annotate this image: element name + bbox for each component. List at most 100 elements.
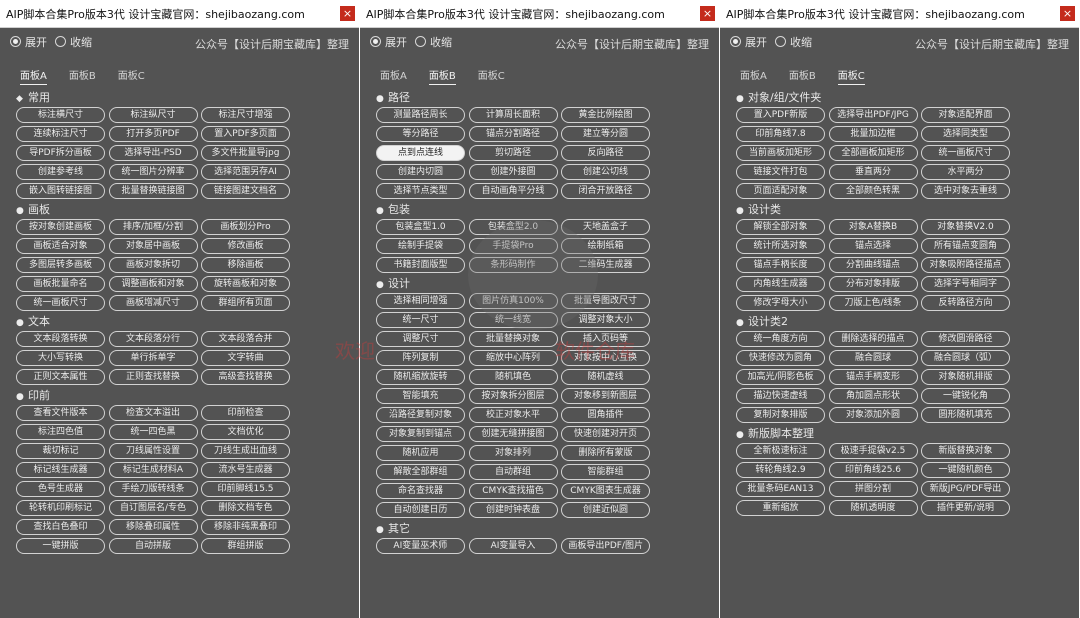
script-button[interactable]: 统一四色黑 — [108, 424, 198, 440]
script-button[interactable]: 选择导出-PSD — [108, 145, 198, 161]
script-button[interactable]: 多文件批量导jpg — [201, 145, 290, 161]
close-button[interactable]: × — [340, 6, 355, 21]
script-button[interactable]: 随机填色 — [468, 369, 558, 385]
script-button[interactable]: 统一画板尺寸 — [16, 295, 105, 311]
script-button[interactable]: 统一画板尺寸 — [921, 145, 1010, 161]
script-button[interactable]: 对象按中心互换 — [561, 350, 650, 366]
expand-radio[interactable]: 展开 — [370, 34, 407, 50]
script-button[interactable]: 条形码制作 — [468, 257, 558, 273]
script-button[interactable]: 解散全部群组 — [376, 464, 465, 480]
script-button[interactable]: 移除非纯黑叠印 — [201, 519, 290, 535]
script-button[interactable]: 智能群组 — [561, 464, 650, 480]
script-button[interactable]: 选择相同增强 — [376, 293, 465, 309]
script-button[interactable]: 画板导出PDF/图片 — [561, 538, 651, 554]
script-button[interactable]: 标注横尺寸 — [16, 107, 105, 123]
script-button[interactable]: 调整对象大小 — [561, 312, 650, 328]
script-button[interactable]: 对象吸附路径描点 — [921, 257, 1010, 273]
script-button[interactable]: 链接文件打包 — [736, 164, 825, 180]
script-button[interactable]: 文本段落分行 — [108, 331, 198, 347]
script-button[interactable]: 查找白色叠印 — [16, 519, 105, 535]
script-button[interactable]: 绘制纸箱 — [561, 238, 650, 254]
script-button[interactable]: 文字转曲 — [201, 350, 290, 366]
script-button[interactable]: 包装盒型2.0 — [468, 219, 558, 235]
script-button[interactable]: 连续标注尺寸 — [16, 126, 105, 142]
script-button[interactable]: 置入PDF新版 — [736, 107, 825, 123]
script-button[interactable]: 计算周长面积 — [468, 107, 558, 123]
script-button[interactable]: 测量路径周长 — [376, 107, 465, 123]
script-button[interactable]: 选择节点类型 — [376, 183, 465, 199]
script-button[interactable]: 解锁全部对象 — [736, 219, 825, 235]
script-button[interactable]: 删除文档专色 — [201, 500, 290, 516]
tab-2[interactable]: 面板B — [69, 67, 96, 84]
script-button[interactable]: 二维码生成器 — [561, 257, 650, 273]
script-button[interactable]: 对象排列 — [468, 445, 558, 461]
script-button[interactable]: 黄金比例绘图 — [561, 107, 650, 123]
script-button[interactable]: 加高光/阴影色板 — [736, 369, 825, 385]
script-button[interactable]: 置入PDF多页面 — [201, 126, 290, 142]
script-button[interactable]: 圆角插件 — [561, 407, 650, 423]
tab-2[interactable]: 面板B — [789, 67, 816, 84]
script-button[interactable]: 点到点连线 — [376, 145, 465, 161]
script-button[interactable]: 自订图层名/专色 — [108, 500, 198, 516]
script-button[interactable]: 群组拼版 — [201, 538, 290, 554]
script-button[interactable]: 随机应用 — [376, 445, 465, 461]
script-button[interactable]: 分布对象排版 — [828, 276, 918, 292]
script-button[interactable]: 裁切标记 — [16, 443, 105, 459]
script-button[interactable]: 标注尺寸增强 — [201, 107, 290, 123]
tab-3[interactable]: 面板C — [118, 67, 145, 84]
script-button[interactable]: 移除画板 — [201, 257, 290, 273]
script-button[interactable]: 手绘刀版转线条 — [108, 481, 198, 497]
script-button[interactable]: 标注四色值 — [16, 424, 105, 440]
script-button[interactable]: 创建外接圆 — [468, 164, 558, 180]
script-button[interactable]: 按对象拆分图层 — [468, 388, 558, 404]
script-button[interactable]: 选择字号相同字 — [921, 276, 1010, 292]
script-button[interactable]: 全部画板加矩形 — [828, 145, 918, 161]
script-button[interactable]: 对象A替换B — [828, 219, 918, 235]
script-button[interactable]: CMYK图表生成器 — [561, 483, 650, 499]
script-button[interactable]: 自动创建日历 — [376, 502, 465, 518]
script-button[interactable]: 绘制手提袋 — [376, 238, 465, 254]
script-button[interactable]: 印前检查 — [201, 405, 290, 421]
script-button[interactable]: 选择范围另存AI — [201, 164, 290, 180]
script-button[interactable]: 统一角度方向 — [736, 331, 825, 347]
script-button[interactable]: 统计所选对象 — [736, 238, 825, 254]
script-button[interactable]: 角加圆点形状 — [828, 388, 918, 404]
script-button[interactable]: 圆形随机填充 — [921, 407, 1010, 423]
script-button[interactable]: 水平两分 — [921, 164, 1010, 180]
script-button[interactable]: 画板批量命名 — [16, 276, 105, 292]
script-button[interactable]: 随机虚线 — [561, 369, 650, 385]
script-button[interactable]: 当前画板加矩形 — [736, 145, 825, 161]
script-button[interactable]: 转轮角线2.9 — [736, 462, 825, 478]
script-button[interactable]: 对象随机排版 — [921, 369, 1010, 385]
script-button[interactable]: 创建近似圆 — [561, 502, 650, 518]
script-button[interactable]: 嵌入图转链接图 — [16, 183, 105, 199]
script-button[interactable]: 对象居中画板 — [108, 238, 198, 254]
script-button[interactable]: 文档优化 — [201, 424, 290, 440]
script-button[interactable]: 重新缩放 — [736, 500, 825, 516]
script-button[interactable]: 反转路径方向 — [921, 295, 1010, 311]
script-button[interactable]: 文本段落转换 — [16, 331, 105, 347]
script-button[interactable]: 自动群组 — [468, 464, 558, 480]
script-button[interactable]: 校正对象水平 — [468, 407, 558, 423]
script-button[interactable]: 等分路径 — [376, 126, 465, 142]
script-button[interactable]: 对象添加外圆 — [828, 407, 918, 423]
script-button[interactable]: 修改字母大小 — [736, 295, 825, 311]
script-button[interactable]: 新版JPG/PDF导出 — [921, 481, 1010, 497]
script-button[interactable]: 链接图建文档名 — [201, 183, 290, 199]
close-button[interactable]: × — [700, 6, 715, 21]
script-button[interactable]: 正则查找替换 — [108, 369, 198, 385]
script-button[interactable]: 插件更新/说明 — [921, 500, 1010, 516]
script-button[interactable]: 锚点手柄变形 — [828, 369, 918, 385]
script-button[interactable]: 图片仿真100% — [468, 293, 558, 309]
script-button[interactable]: 复制对象排版 — [736, 407, 825, 423]
script-button[interactable]: 融合圆球（弧） — [921, 350, 1010, 366]
script-button[interactable]: 包装盒型1.0 — [376, 219, 465, 235]
script-button[interactable]: 批量替换对象 — [468, 331, 558, 347]
script-button[interactable]: 选择导出PDF/JPG — [828, 107, 918, 123]
tab-1[interactable]: 面板A — [20, 67, 47, 85]
tab-2[interactable]: 面板B — [428, 67, 456, 85]
script-button[interactable]: 批量条码EAN13 — [736, 481, 825, 497]
script-button[interactable]: 对象适配界面 — [921, 107, 1010, 123]
script-button[interactable]: 自动拼版 — [108, 538, 198, 554]
script-button[interactable]: 创建公切线 — [561, 164, 650, 180]
